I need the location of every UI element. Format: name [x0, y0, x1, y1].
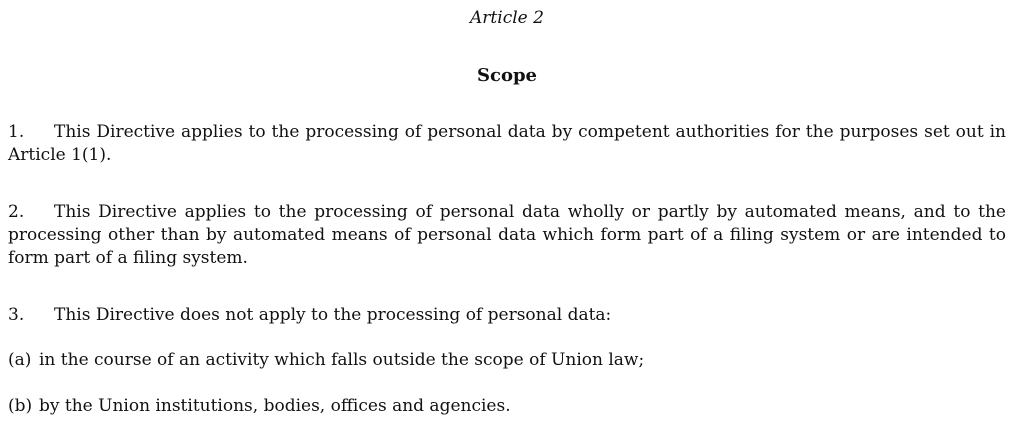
- article-title: Scope: [476, 65, 537, 86]
- paragraph-number: 2.: [8, 202, 25, 222]
- list-item-text: by the Union institutions, bodies, offic…: [39, 396, 511, 416]
- paragraph-3: 3. This Directive does not apply to the p…: [8, 304, 1006, 327]
- paragraph-2: 2. This Directive applies to the processi…: [8, 201, 1006, 270]
- list-item-b: (b) by the Union institutions, bodies, of…: [8, 395, 1006, 418]
- list-item-text: in the course of an activity which falls…: [39, 350, 645, 370]
- paragraph-number: 3.: [8, 305, 25, 325]
- paragraph-number: 1.: [8, 122, 25, 142]
- paragraph-text: This Directive does not apply to the pro…: [54, 305, 612, 325]
- list-item-a: (a) in the course of an activity which fa…: [8, 349, 1006, 372]
- paragraph-1: 1. This Directive applies to the processi…: [8, 121, 1006, 167]
- paragraph-text: This Directive applies to the processing…: [8, 122, 1006, 165]
- list-item-label: (b): [8, 396, 33, 416]
- paragraph-text: This Directive applies to the processing…: [8, 202, 1006, 268]
- list-item-label: (a): [8, 350, 32, 370]
- article-number: Article 2: [470, 8, 544, 28]
